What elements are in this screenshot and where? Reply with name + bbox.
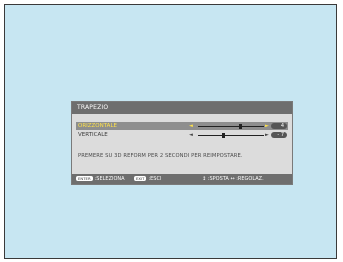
horizontal-slider[interactable]: ◄ ► 4 — [188, 122, 288, 130]
right-arrow-icon: ► — [265, 123, 269, 129]
left-arrow-icon: ◄ — [189, 132, 193, 138]
slider-track — [198, 125, 264, 127]
enter-key-icon: ENTER — [76, 176, 93, 181]
horizontal-label: ORIZZONTALE — [78, 123, 117, 129]
reset-instruction: PREMERE SU 3D REFORM PER 2 SECONDI PER R… — [78, 153, 243, 159]
osd-title: TRAPEZIO — [72, 102, 292, 114]
exit-hint: EXIT:ESCI — [134, 174, 161, 184]
exit-key-icon: EXIT — [134, 176, 147, 181]
horizontal-keystone-row[interactable]: ORIZZONTALE ◄ ► 4 — [76, 122, 288, 130]
keystone-osd-dialog: TRAPEZIO ORIZZONTALE ◄ ► 4 VERTICALE ◄ ►… — [71, 101, 293, 185]
vertical-label: VERTICALE — [78, 132, 108, 138]
slider-knob[interactable] — [239, 123, 243, 129]
slider-knob[interactable] — [221, 132, 225, 138]
select-label: :SELEZIONA — [94, 176, 125, 182]
projector-screen: TRAPEZIO ORIZZONTALE ◄ ► 4 VERTICALE ◄ ►… — [4, 4, 337, 259]
osd-footer: ENTER:SELEZIONA EXIT:ESCI ↕ :SPOSTA ↔ :R… — [72, 174, 292, 184]
vertical-value: - 7 — [271, 132, 287, 138]
horizontal-value: 4 — [271, 123, 287, 129]
slider-track — [198, 134, 264, 136]
select-hint: ENTER:SELEZIONA — [76, 174, 125, 184]
vertical-slider[interactable]: ◄ ► - 7 — [188, 131, 288, 139]
left-arrow-icon: ◄ — [189, 123, 193, 129]
vertical-keystone-row[interactable]: VERTICALE ◄ ► - 7 — [76, 131, 288, 139]
move-adjust-hint: ↕ :SPOSTA ↔ :REGOLAZ. — [202, 176, 264, 182]
exit-label: :ESCI — [148, 176, 162, 182]
right-arrow-icon: ► — [265, 132, 269, 138]
